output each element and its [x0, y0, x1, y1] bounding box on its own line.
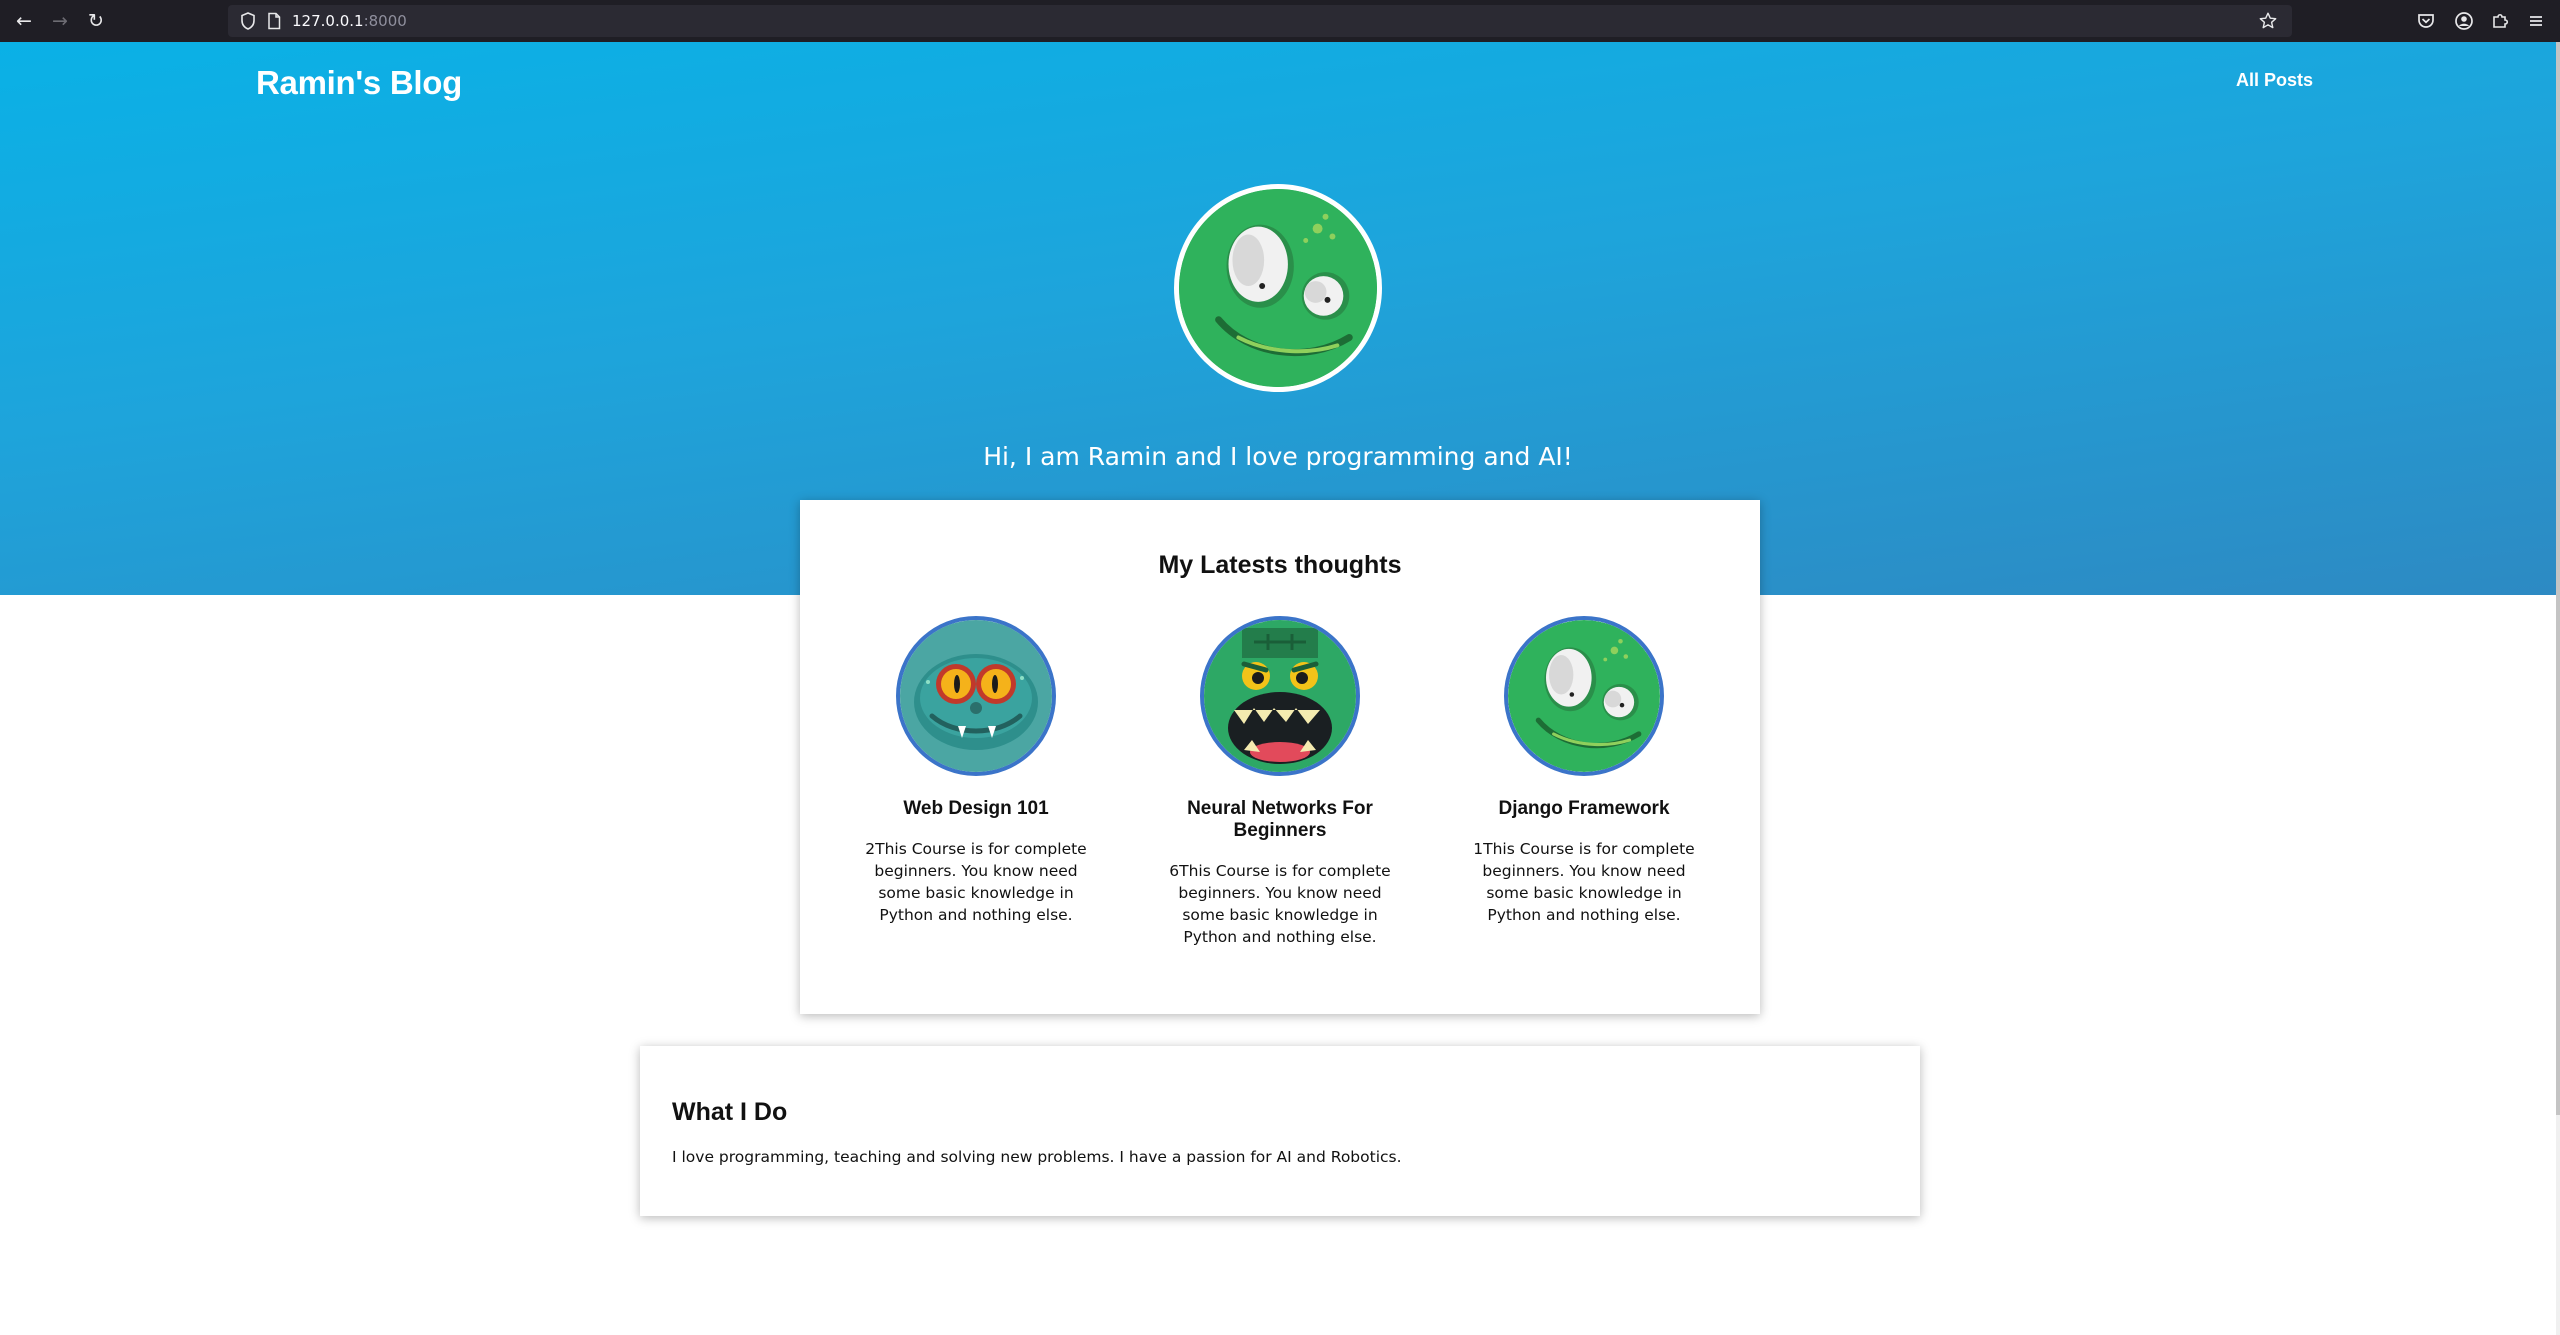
post-card-web-design[interactable]: Web Design 101 2This Course is for compl…	[846, 616, 1106, 926]
latest-posts-card: My Latests thoughts Web Design 101 2This…	[800, 500, 1760, 1014]
post-card-django[interactable]: Django Framework 1This Course is for com…	[1454, 616, 1714, 926]
post-excerpt: 1This Course is for complete beginners. …	[1473, 840, 1695, 924]
star-icon[interactable]	[2258, 11, 2278, 31]
about-heading: What I Do	[672, 1098, 788, 1126]
green-monster-avatar-icon	[1179, 189, 1377, 387]
browser-toolbar: ← → ↻ 127.0.0.1:8000	[0, 0, 2560, 42]
url-host: 127.0.0.1	[292, 12, 364, 30]
post-excerpt: 6This Course is for complete beginners. …	[1169, 862, 1391, 946]
about-text: I love programming, teaching and solving…	[672, 1148, 1402, 1166]
scrollbar-thumb[interactable]	[2556, 42, 2560, 1115]
hero-avatar	[1174, 184, 1382, 392]
back-icon[interactable]: ←	[12, 9, 36, 33]
green-zombie-monster-icon	[1204, 620, 1356, 772]
pocket-icon[interactable]	[2414, 9, 2438, 33]
post-image[interactable]	[1504, 616, 1664, 776]
reload-icon[interactable]: ↻	[84, 9, 108, 33]
nav-all-posts-link[interactable]: All Posts	[2236, 70, 2313, 91]
about-section-card: What I Do I love programming, teaching a…	[640, 1046, 1920, 1216]
post-title[interactable]: Web Design 101	[846, 798, 1106, 820]
post-excerpt: 2This Course is for complete beginners. …	[865, 840, 1087, 924]
account-icon[interactable]	[2452, 9, 2476, 33]
shield-icon[interactable]	[238, 11, 258, 31]
post-card-neural-networks[interactable]: Neural Networks For Beginners 6This Cour…	[1150, 616, 1410, 948]
page-icon[interactable]	[264, 11, 284, 31]
post-image[interactable]	[1200, 616, 1360, 776]
teal-frog-monster-icon	[900, 620, 1052, 772]
puzzle-icon[interactable]	[2488, 9, 2512, 33]
post-title[interactable]: Neural Networks For Beginners	[1150, 798, 1410, 842]
latest-posts-heading: My Latests thoughts	[1158, 551, 1402, 579]
hero-tagline: Hi, I am Ramin and I love programming an…	[983, 442, 1573, 471]
url-port: :8000	[363, 12, 407, 30]
forward-icon[interactable]: →	[48, 9, 72, 33]
hamburger-menu-icon[interactable]	[2524, 9, 2548, 33]
brand-logo-link[interactable]: Ramin's Blog	[256, 64, 462, 102]
url-text[interactable]: 127.0.0.1:8000	[292, 12, 407, 30]
address-bar[interactable]: 127.0.0.1:8000	[228, 5, 2292, 37]
post-image[interactable]	[896, 616, 1056, 776]
post-title[interactable]: Django Framework	[1454, 798, 1714, 820]
green-monster-avatar-icon	[1508, 620, 1660, 772]
